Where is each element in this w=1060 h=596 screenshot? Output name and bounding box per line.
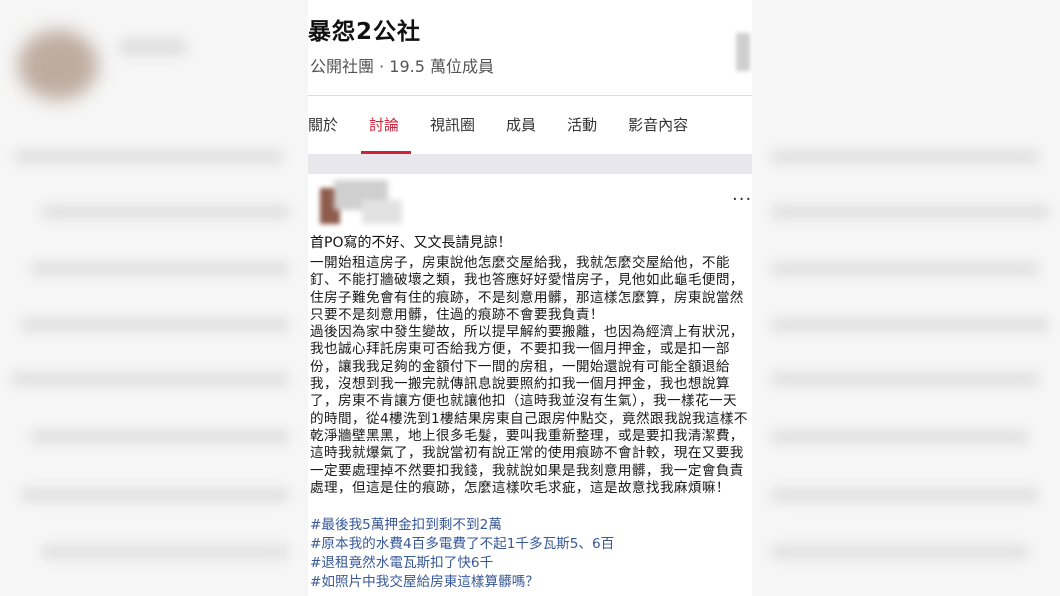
tab-events[interactable]: 活動 (567, 114, 597, 154)
group-panel: 暴怨2公社 公開社團 · 19.5 萬位成員 關於 討論 視訊圈 成員 活動 影… (308, 0, 752, 596)
blurred-block (40, 205, 290, 219)
tab-members[interactable]: 成員 (506, 114, 536, 154)
blurred-block (770, 262, 1040, 276)
group-meta: 公開社團 · 19.5 萬位成員 (310, 57, 494, 76)
post-line: 的時間，從4樓洗到1樓結果房東自己跟房仲點交，竟然跟我說我這樣不 (310, 410, 748, 427)
group-tabs: 關於 討論 視訊圈 成員 活動 影音內容 (308, 114, 719, 154)
blurred-block (770, 318, 1050, 332)
blurred-author[interactable] (314, 180, 406, 226)
group-title[interactable]: 暴怨2公社 (308, 12, 421, 46)
blurred-block (10, 372, 290, 386)
tab-media[interactable]: 影音內容 (628, 114, 688, 154)
post-line: 我也誠心拜託房東可否給我方便，不要扣我一個月押金，或是扣一部 (310, 341, 730, 358)
hashtag-link[interactable]: #如照片中我交屋給房東這樣算髒嗎？ (310, 573, 614, 592)
post-intro: 首PO寫的不好、又文長請見諒！ (310, 235, 512, 251)
blurred-avatar (18, 30, 98, 100)
blurred-block (770, 545, 1030, 559)
blurred-block (770, 205, 1050, 219)
blurred-block (20, 318, 290, 332)
hashtag-link[interactable]: #原本我的水費4百多電費了不起1千多瓦斯5、6百 (310, 535, 614, 554)
post-line: 只要不是刻意用髒，住過的痕跡不會要我負責！ (310, 306, 604, 323)
blurred-block (30, 262, 290, 276)
hashtag-link[interactable]: #最後我5萬押金扣到剩不到2萬 (310, 516, 614, 535)
blurred-block (770, 150, 1040, 164)
blurred-block (118, 38, 188, 56)
tab-about[interactable]: 關於 (308, 114, 338, 154)
post-line: 我，沒想到我一搬完就傳訊息說要照約扣我一個月押金，我也想說算 (310, 376, 730, 393)
post-body: 一開始租這房子，房東說他怎麼交屋給我，我就怎麼交屋給他，不能 釘、不能打牆破壞之… (310, 255, 752, 497)
post-line: 份，讓我我足夠的金額付下一間的房租，一開始還說有可能全額退給 (310, 358, 730, 375)
blurred-block (20, 488, 290, 502)
post-line: 一定要處理掉不然要扣我錢，我就說如果是我刻意用髒，我一定會負責 (310, 462, 744, 479)
more-options-icon[interactable]: ··· (732, 191, 752, 209)
post-line: 一開始租這房子，房東說他怎麼交屋給我，我就怎麼交屋給他，不能 (310, 255, 730, 271)
divider (308, 95, 752, 96)
tab-video-circle[interactable]: 視訊圈 (430, 114, 475, 154)
blurred-block (30, 430, 290, 444)
post-line: 住房子難免會有住的痕跡，不是刻意用髒，那這樣怎麼算，房東說當然 (310, 289, 744, 306)
blurred-block (14, 150, 284, 164)
blurred-block (770, 372, 1040, 386)
post-line: 處理，但這是住的痕跡，怎麼這樣吹毛求疵，這是故意找我麻煩嘛！ (310, 479, 730, 496)
post-hashtags: #最後我5萬押金扣到剩不到2萬 #原本我的水費4百多電費了不起1千多瓦斯5、6百… (310, 516, 614, 592)
post-line: 了，房東不肯讓方便也就讓他扣（這時我並沒有生氣），我一樣花一天 (310, 393, 738, 410)
blurred-block (770, 488, 1040, 502)
post-line: 釘、不能打牆破壞之類，我也答應好好愛惜房子，見他如此龜毛便問， (310, 272, 744, 289)
post-line: 這時我就爆氣了，我說當初有說正常的使用痕跡不會計較，現在又要我 (310, 445, 744, 462)
post-line: 乾淨牆壁黑黑，地上很多毛髮，要叫我重新整理，或是要扣我清潔費， (310, 427, 744, 444)
feed-separator (308, 154, 752, 174)
tab-discussion[interactable]: 討論 (361, 114, 412, 154)
blurred-block (40, 545, 290, 559)
hashtag-link[interactable]: #退租竟然水電瓦斯扣了快6千 (310, 554, 614, 573)
post-line: 過後因為家中發生變故，所以提早解約要搬離，也因為經濟上有狀況， (310, 324, 744, 341)
blurred-button (736, 33, 750, 71)
blurred-block (770, 430, 1030, 444)
